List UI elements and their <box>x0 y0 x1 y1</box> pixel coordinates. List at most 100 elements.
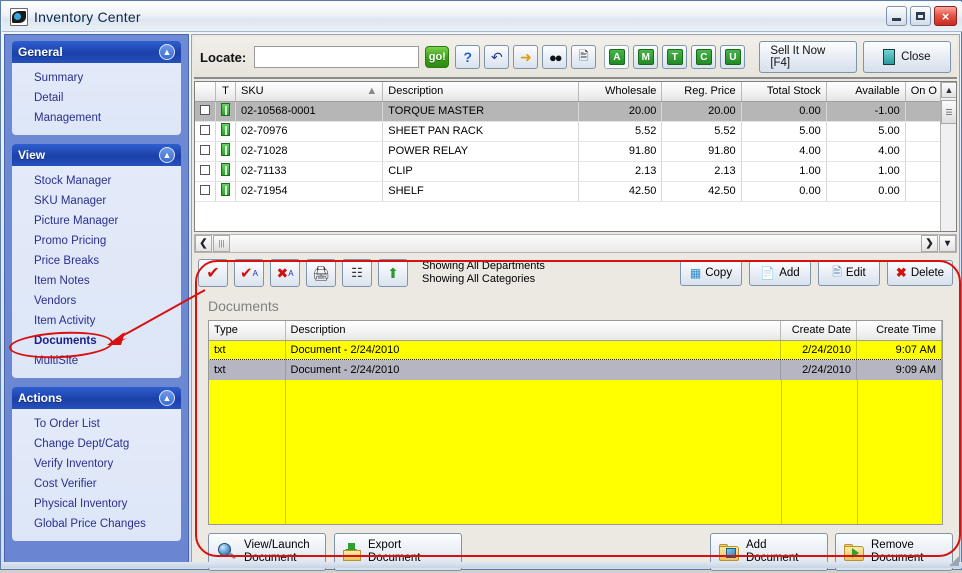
table-row[interactable]: 02-70976 SHEET PAN RACK 5.52 5.52 5.00 5… <box>195 121 956 142</box>
resize-grip-icon[interactable] <box>949 556 959 566</box>
close-button[interactable]: Close <box>862 41 951 73</box>
table-row[interactable]: 02-71954 SHELF 42.50 42.50 0.00 0.00 <box>195 181 956 202</box>
row-checkbox-cell[interactable] <box>195 161 216 182</box>
row-checkbox[interactable] <box>200 104 210 115</box>
chevron-up-icon[interactable]: ▲ <box>159 390 175 406</box>
sidebar-item-picture-manager[interactable]: Picture Manager <box>12 211 181 231</box>
delete-label: Delete <box>910 267 945 279</box>
col-type[interactable]: T <box>215 82 236 102</box>
col-total-stock[interactable]: Total Stock <box>741 82 827 102</box>
close-window-button[interactable]: × <box>934 6 957 26</box>
scroll-down-icon[interactable]: ▾ <box>939 235 956 252</box>
delete-button[interactable]: ✖ Delete <box>887 260 953 286</box>
sidebar-item-physical-inventory[interactable]: Physical Inventory <box>12 494 181 514</box>
sidebar-item-price-breaks[interactable]: Price Breaks <box>12 251 181 271</box>
edit-button[interactable]: 🖹 Edit <box>818 260 880 286</box>
list-item[interactable]: txt Document - 2/24/2010 2/24/2010 9:09 … <box>209 359 942 381</box>
sidebar-item-to-order-list[interactable]: To Order List <box>12 414 181 434</box>
hscroll-thumb[interactable]: ||| <box>213 235 230 252</box>
table-row[interactable]: 02-71028 POWER RELAY 91.80 91.80 4.00 4.… <box>195 141 956 162</box>
sidebar-item-cost-verifier[interactable]: Cost Verifier <box>12 474 181 494</box>
sidebar-group-general-body: Summary Detail Management <box>12 63 181 135</box>
filter-button-t[interactable]: T <box>662 45 688 69</box>
doc-col-description[interactable]: Description <box>285 321 781 341</box>
col-select[interactable] <box>195 82 216 102</box>
documents-grid[interactable]: Type Description Create Date Create Time… <box>208 320 943 525</box>
row-checkbox-cell[interactable] <box>195 141 216 162</box>
sidebar-group-view-header[interactable]: View ▲ <box>12 144 181 166</box>
sidebar-item-promo-pricing[interactable]: Promo Pricing <box>12 231 181 251</box>
print-icon[interactable]: 🖨 <box>306 259 336 287</box>
sidebar-item-vendors[interactable]: Vendors <box>12 291 181 311</box>
filter-button-u[interactable]: U <box>720 45 746 69</box>
filter-button-a[interactable]: A <box>604 45 630 69</box>
grid-horizontal-scrollbar[interactable]: ❮ ||| ❯ ▾ <box>194 234 957 253</box>
binoculars-icon[interactable]: ●● <box>542 45 568 69</box>
list-item[interactable]: txt Document - 2/24/2010 2/24/2010 9:07 … <box>209 340 942 360</box>
check-all-icon[interactable]: ✔ A <box>234 259 264 287</box>
sidebar-item-item-activity[interactable]: Item Activity <box>12 311 181 331</box>
sidebar-item-global-price-changes[interactable]: Global Price Changes <box>12 514 181 534</box>
grid-vertical-scrollbar[interactable]: ▲ ☰ <box>940 82 956 231</box>
row-checkbox[interactable] <box>200 124 210 135</box>
row-checkbox-cell[interactable] <box>195 101 216 122</box>
copy-button[interactable]: ▦ Copy <box>680 260 742 286</box>
scroll-thumb[interactable]: ☰ <box>941 100 956 124</box>
row-checkbox[interactable] <box>200 164 210 175</box>
row-checkbox-cell[interactable] <box>195 121 216 142</box>
sidebar-item-stock-manager[interactable]: Stock Manager <box>12 171 181 191</box>
scroll-left-icon[interactable]: ❮ <box>195 235 212 252</box>
col-wholesale[interactable]: Wholesale <box>578 82 663 102</box>
app-swoosh-icon <box>10 7 28 26</box>
sidebar-item-sku-manager[interactable]: SKU Manager <box>12 191 181 211</box>
check-icon[interactable]: ✔ <box>198 259 228 287</box>
row-checkbox[interactable] <box>200 184 210 195</box>
sidebar-item-verify-inventory[interactable]: Verify Inventory <box>12 454 181 474</box>
sidebar-item-management[interactable]: Management <box>12 108 181 128</box>
sidebar-group-actions-title: Actions <box>18 391 63 405</box>
add-button[interactable]: 📄 Add <box>749 260 811 286</box>
scroll-right-icon[interactable]: ❯ <box>921 235 938 252</box>
minimize-button[interactable] <box>886 6 907 26</box>
sidebar-item-change-dept-catg[interactable]: Change Dept/Catg <box>12 434 181 454</box>
col-available[interactable]: Available <box>826 82 906 102</box>
filter-button-c[interactable]: C <box>691 45 717 69</box>
filter-button-m[interactable]: M <box>633 45 659 69</box>
scroll-up-icon[interactable]: ▲ <box>941 82 956 98</box>
sidebar-item-documents[interactable]: Documents <box>12 331 181 351</box>
doc-col-create-time[interactable]: Create Time <box>856 321 942 341</box>
chevron-up-icon[interactable]: ▲ <box>159 147 175 163</box>
sidebar-item-detail[interactable]: Detail <box>12 88 181 108</box>
maximize-button[interactable] <box>910 6 931 26</box>
help-icon[interactable]: ? <box>455 45 481 69</box>
grid-view-icon[interactable]: ☷ <box>342 259 372 287</box>
sidebar-group-actions-header[interactable]: Actions ▲ <box>12 387 181 409</box>
table-row[interactable]: 02-71133 CLIP 2.13 2.13 1.00 1.00 <box>195 161 956 182</box>
cell-reg-price: 20.00 <box>661 101 742 122</box>
jump-arrow-icon[interactable]: ➜ <box>513 45 539 69</box>
col-description[interactable]: Description <box>382 82 580 102</box>
uncheck-all-icon[interactable]: ✖ A <box>270 259 300 287</box>
col-sku[interactable]: SKU ▲ <box>235 82 384 102</box>
document-preview-icon[interactable]: 🖹 <box>571 45 597 69</box>
inventory-grid[interactable]: T SKU ▲ Description Wholesale Reg. Price… <box>194 81 957 232</box>
col-reg-price[interactable]: Reg. Price <box>661 82 742 102</box>
window-controls: × <box>886 6 957 26</box>
table-row[interactable]: 02-10568-0001 TORQUE MASTER 20.00 20.00 … <box>195 101 956 122</box>
sidebar-group-general-header[interactable]: General ▲ <box>12 41 181 63</box>
export-up-icon[interactable]: ⬆ <box>378 259 408 287</box>
sidebar-item-item-notes[interactable]: Item Notes <box>12 271 181 291</box>
go-button[interactable]: go! <box>425 46 450 68</box>
chevron-up-icon[interactable]: ▲ <box>159 44 175 60</box>
sidebar-item-multisite[interactable]: MultiSite <box>12 351 181 371</box>
doc-col-create-date[interactable]: Create Date <box>780 321 857 341</box>
refresh-icon[interactable]: ↶ <box>484 45 510 69</box>
type-filter-group: A M T C U <box>604 45 746 69</box>
row-checkbox-cell[interactable] <box>195 181 216 202</box>
search-input[interactable] <box>254 46 420 68</box>
row-checkbox[interactable] <box>200 144 210 155</box>
doc-col-type[interactable]: Type <box>209 321 286 341</box>
page-add-icon: 📄 <box>760 266 776 280</box>
sell-it-now-button[interactable]: Sell It Now [F4] <box>759 41 857 73</box>
sidebar-item-summary[interactable]: Summary <box>12 68 181 88</box>
